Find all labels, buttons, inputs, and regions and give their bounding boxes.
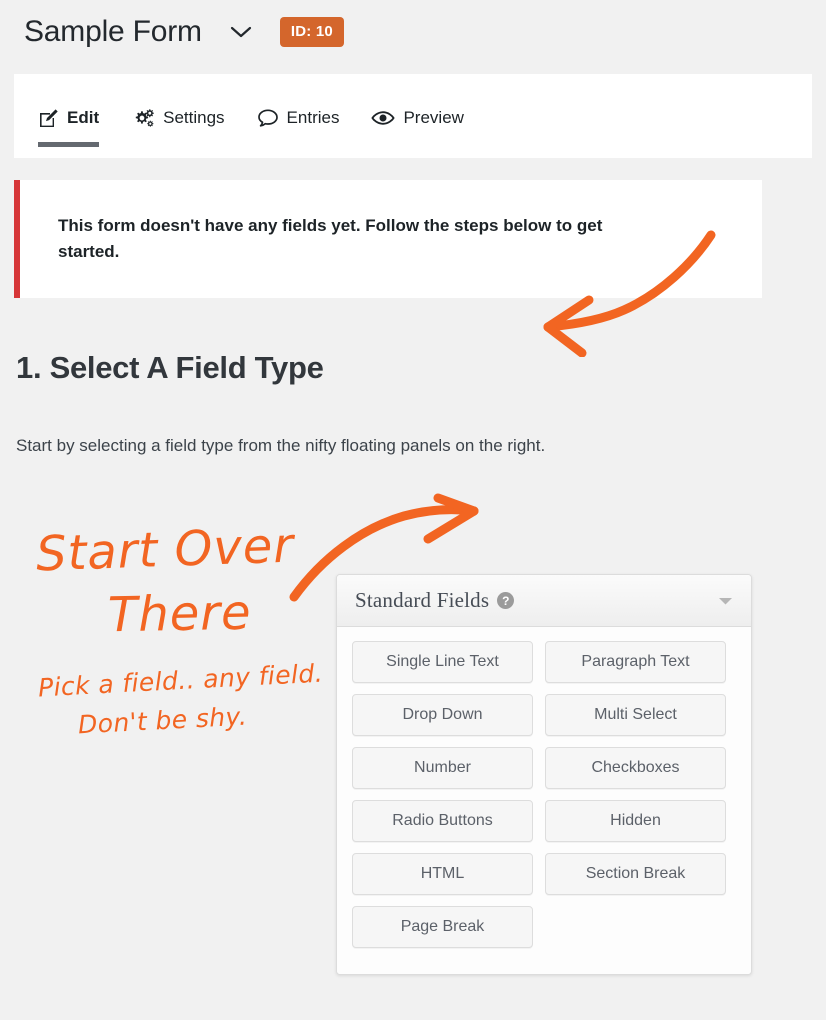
tab-settings[interactable]: Settings bbox=[117, 87, 240, 149]
question-mark-icon[interactable]: ? bbox=[497, 592, 515, 609]
speech-bubble-icon bbox=[257, 108, 279, 128]
page-title: Sample Form bbox=[24, 15, 202, 48]
field-button-section-break[interactable]: Section Break bbox=[545, 853, 726, 895]
field-button-number[interactable]: Number bbox=[352, 747, 533, 789]
eye-icon bbox=[371, 109, 395, 127]
annotation-line-2: There bbox=[107, 584, 253, 644]
standard-fields-panel: Standard Fields ? Single Line Text Parag… bbox=[336, 574, 752, 975]
tab-entries[interactable]: Entries bbox=[241, 87, 356, 149]
field-button-paragraph-text[interactable]: Paragraph Text bbox=[545, 641, 726, 683]
field-button-hidden[interactable]: Hidden bbox=[545, 800, 726, 842]
annotation-line-1: Start Over bbox=[35, 517, 295, 583]
empty-form-notice: This form doesn't have any fields yet. F… bbox=[14, 180, 762, 298]
edit-pencil-icon bbox=[38, 108, 59, 129]
field-button-single-line-text[interactable]: Single Line Text bbox=[352, 641, 533, 683]
editor-tab-bar: Edit Settings Entries Preview bbox=[14, 74, 812, 158]
tab-entries-label: Entries bbox=[286, 108, 340, 127]
form-id-badge: ID: 10 bbox=[279, 17, 344, 47]
tab-settings-label: Settings bbox=[163, 108, 225, 127]
field-button-multi-select[interactable]: Multi Select bbox=[545, 694, 726, 736]
standard-fields-title: Standard Fields bbox=[355, 588, 490, 612]
field-button-page-break[interactable]: Page Break bbox=[352, 906, 533, 948]
gears-icon bbox=[133, 108, 155, 129]
step-heading: 1. Select A Field Type bbox=[16, 350, 324, 385]
field-button-radio-buttons[interactable]: Radio Buttons bbox=[352, 800, 533, 842]
tab-edit[interactable]: Edit bbox=[38, 87, 117, 149]
form-switcher-chevron-down-icon[interactable] bbox=[228, 19, 254, 45]
field-button-drop-down[interactable]: Drop Down bbox=[352, 694, 533, 736]
panel-collapse-chevron-down-icon[interactable] bbox=[715, 591, 735, 611]
step-description: Start by selecting a field type from the… bbox=[16, 436, 546, 455]
field-button-html[interactable]: HTML bbox=[352, 853, 533, 895]
form-editor-page: Sample Form ID: 10 Edit Settings Entries… bbox=[0, 0, 826, 1020]
tab-preview-label: Preview bbox=[403, 108, 464, 127]
field-button-checkboxes[interactable]: Checkboxes bbox=[545, 747, 726, 789]
tab-preview[interactable]: Preview bbox=[355, 87, 479, 149]
tab-edit-label: Edit bbox=[67, 108, 100, 127]
empty-form-notice-text: This form doesn't have any fields yet. F… bbox=[58, 215, 603, 261]
standard-fields-button-grid: Single Line Text Paragraph Text Drop Dow… bbox=[337, 627, 751, 974]
standard-fields-panel-header[interactable]: Standard Fields ? bbox=[337, 575, 751, 627]
annotation-line-4: Don't be shy. bbox=[77, 701, 248, 740]
form-header: Sample Form ID: 10 bbox=[24, 8, 344, 56]
annotation-line-3: Pick a field.. any field. bbox=[37, 658, 324, 703]
